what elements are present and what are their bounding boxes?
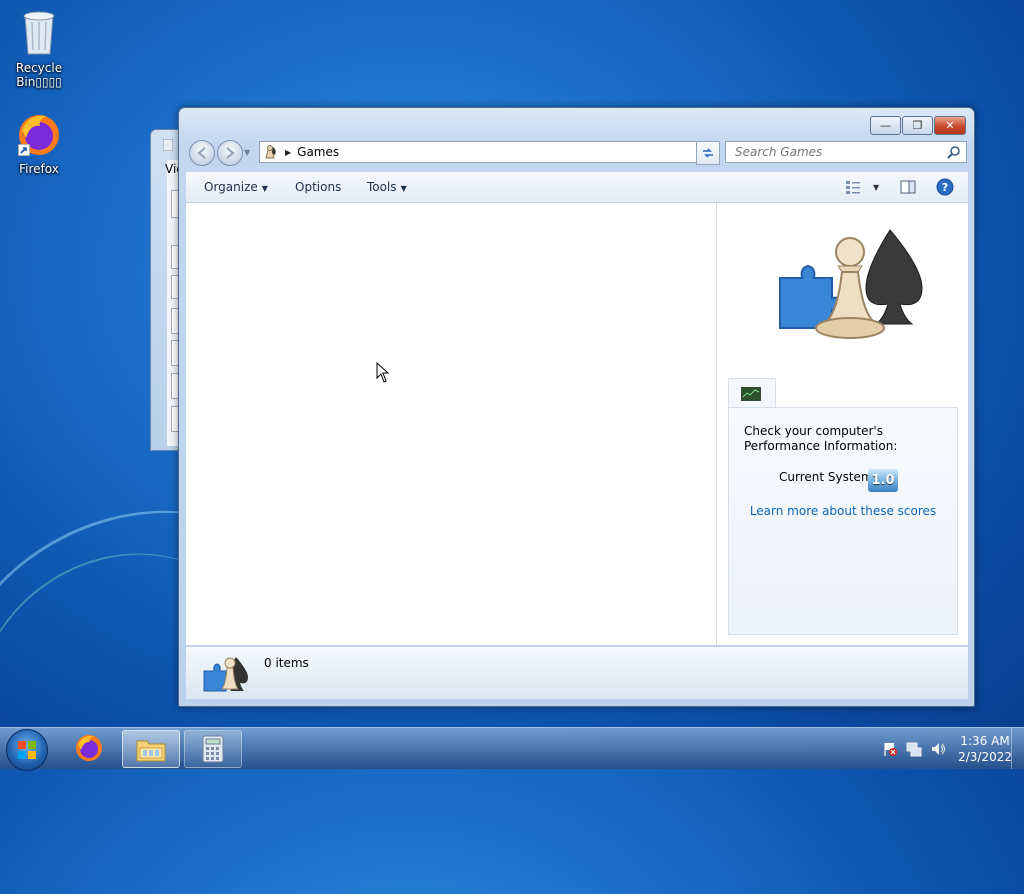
explorer-icon — [136, 740, 166, 762]
address-bar[interactable]: ▶ Games ▼ — [259, 141, 719, 163]
volume-icon[interactable] — [930, 741, 946, 757]
taskbar-calculator[interactable] — [184, 730, 242, 768]
recycle-bin-icon — [1, 8, 77, 59]
details-pane: Check your computer's Performance Inform… — [717, 203, 968, 645]
command-bar: Organize ▼ Options Tools ▼ ▼ ? — [186, 172, 968, 203]
desktop-icon-label: Recycle Bin▯▯▯▯ — [15, 61, 63, 89]
clock-date: 2/3/2022 — [958, 750, 1012, 764]
windows-logo-icon — [18, 741, 36, 759]
organize-label: Organize — [204, 180, 258, 194]
breadcrumb-separator-icon[interactable]: ▶ — [285, 148, 291, 157]
organize-menu[interactable]: Organize ▼ — [204, 180, 268, 194]
start-button[interactable] — [6, 729, 48, 771]
action-center-flag-icon[interactable] — [882, 741, 898, 757]
search-icon[interactable] — [947, 145, 961, 159]
performance-monitor-icon — [741, 387, 761, 401]
calculator-icon — [202, 735, 224, 763]
search-input[interactable] — [733, 144, 947, 160]
taskbar-firefox[interactable] — [61, 730, 117, 766]
tools-label: Tools — [367, 180, 397, 194]
network-icon[interactable] — [906, 741, 922, 757]
minimize-button[interactable]: — — [870, 116, 901, 135]
desktop-icon-recycle-bin[interactable]: Recycle Bin▯▯▯▯ — [1, 8, 77, 89]
breadcrumb-games[interactable]: Games — [297, 145, 339, 159]
help-icon[interactable]: ? — [936, 178, 954, 196]
firefox-icon — [76, 735, 102, 761]
shortcut-arrow-icon — [18, 144, 30, 156]
forward-arrow-icon — [226, 147, 235, 159]
games-list-area[interactable] — [186, 203, 716, 645]
system-clock[interactable]: 1:36 AM 2/3/2022 — [958, 733, 1012, 765]
window-app-icon — [163, 139, 173, 151]
restore-button[interactable]: ❐ — [902, 116, 933, 135]
mouse-cursor-icon — [376, 362, 390, 383]
chevron-down-icon: ▼ — [400, 184, 407, 193]
view-options-button[interactable]: ▼ — [845, 179, 879, 195]
taskbar: 1:36 AM 2/3/2022 — [0, 727, 1024, 771]
games-logo-icon — [779, 229, 923, 339]
options-button[interactable]: Options — [295, 180, 341, 194]
item-count: 0 items — [264, 656, 309, 670]
performance-tab[interactable] — [728, 378, 776, 409]
close-button[interactable]: ✕ — [934, 116, 966, 135]
caption-buttons: — ❐ ✕ — [869, 116, 966, 135]
learn-more-link[interactable]: Learn more about these scores — [729, 504, 957, 518]
search-box[interactable] — [725, 141, 967, 163]
games-folder-icon — [265, 145, 276, 159]
refresh-icon — [703, 148, 713, 158]
back-arrow-icon — [197, 147, 206, 159]
desktop-icon-label: Firefox — [19, 162, 59, 176]
experience-index-badge: 1.0 — [868, 469, 898, 492]
details-bar: 0 items — [186, 646, 968, 699]
recent-pages-chevron-icon[interactable]: ▼ — [244, 148, 250, 157]
performance-panel: Check your computer's Performance Inform… — [728, 407, 958, 635]
performance-message: Check your computer's Performance Inform… — [744, 424, 898, 453]
current-system-label: Current System — [779, 470, 873, 484]
show-desktop-button[interactable] — [1011, 728, 1024, 769]
svg-text:?: ? — [942, 181, 948, 194]
view-list-icon — [846, 181, 860, 194]
preview-pane-icon[interactable] — [900, 180, 916, 194]
firefox-icon — [16, 112, 62, 160]
games-folder-large-icon — [203, 657, 248, 692]
refresh-button[interactable] — [696, 141, 720, 165]
forward-button[interactable] — [217, 140, 243, 166]
games-explorer-window[interactable]: — ❐ ✕ ▼ ▶ Games ▼ Organize▼ Options Tool… — [178, 107, 975, 707]
chevron-down-icon: ▼ — [873, 182, 880, 192]
back-button[interactable] — [189, 140, 215, 166]
desktop-icon-firefox[interactable]: Firefox — [1, 112, 77, 176]
notification-area: 1:36 AM 2/3/2022 — [882, 731, 1012, 767]
taskbar-explorer[interactable] — [122, 730, 180, 768]
chevron-down-icon: ▼ — [261, 184, 268, 193]
clock-time: 1:36 AM — [960, 734, 1010, 748]
tools-menu[interactable]: Tools ▼ — [367, 180, 407, 194]
